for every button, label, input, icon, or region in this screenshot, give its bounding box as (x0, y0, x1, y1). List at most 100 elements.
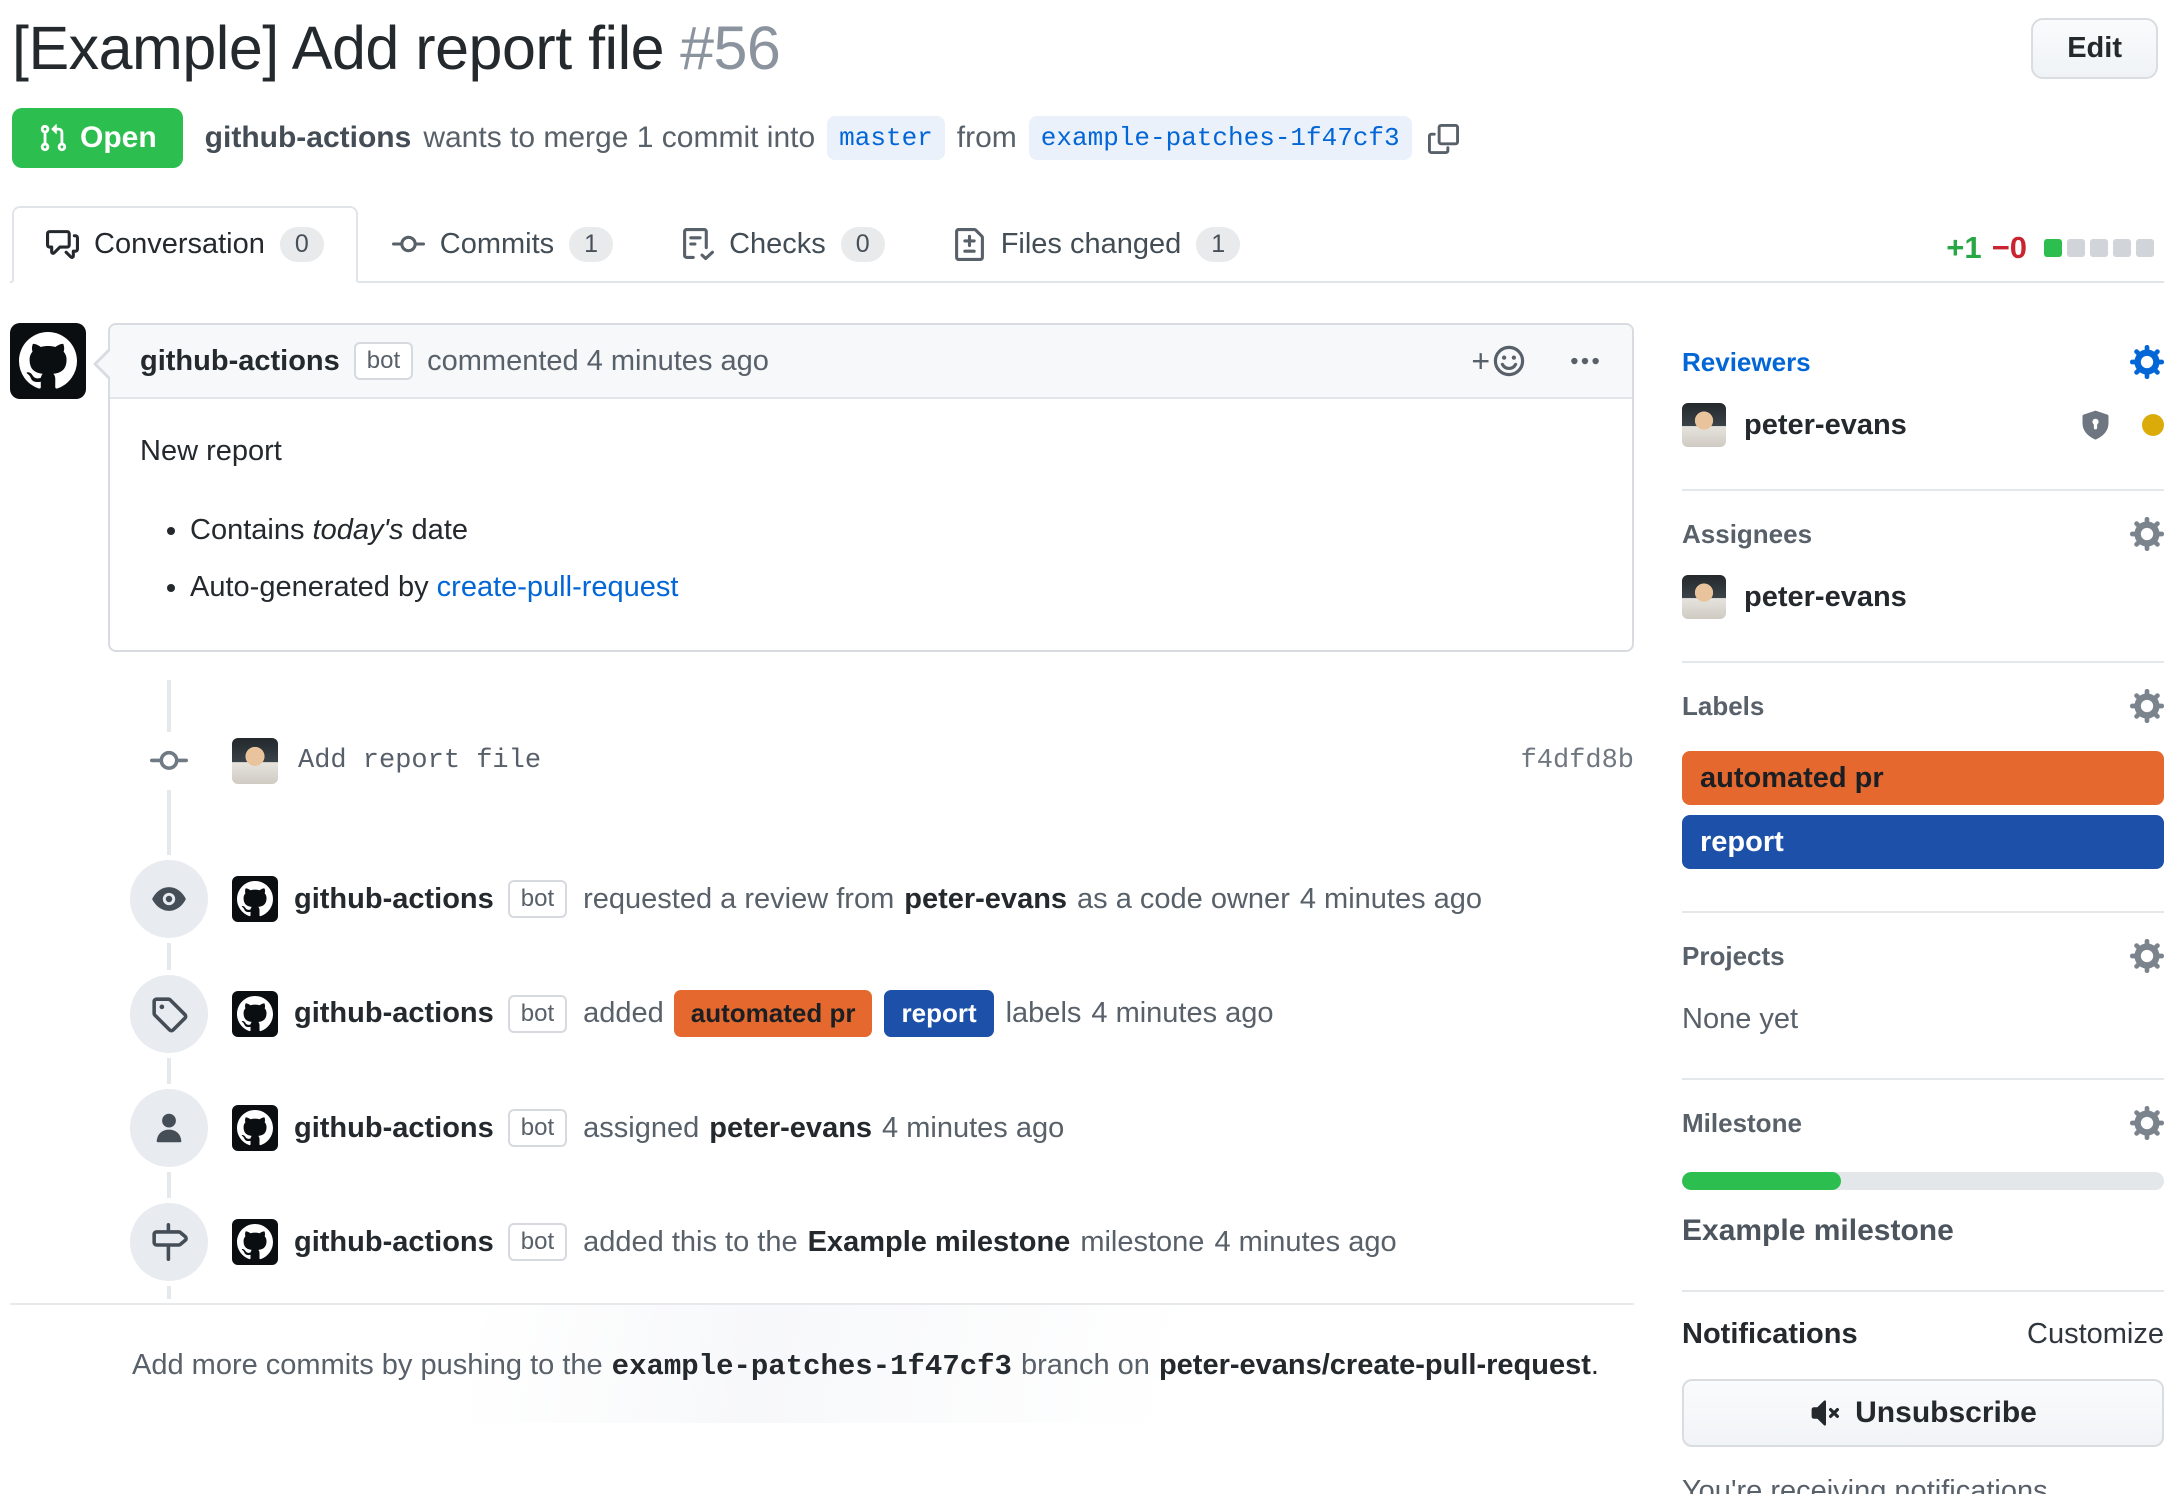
mute-icon (1809, 1397, 1841, 1429)
event-user-link[interactable]: peter-evans (709, 1112, 872, 1145)
event-author[interactable]: github-actions (294, 1226, 494, 1259)
assignees-heading[interactable]: Assignees (1682, 517, 2164, 551)
head-branch-label[interactable]: example-patches-1f47cf3 (1029, 116, 1412, 160)
github-mark-icon (19, 332, 77, 390)
timeline-event-labeled: github-actions bot added automated pr re… (10, 956, 1634, 1071)
github-actions-avatar[interactable] (232, 991, 278, 1037)
event-user-link[interactable]: peter-evans (904, 883, 1067, 916)
git-pull-request-icon (38, 123, 68, 153)
reviewer-name[interactable]: peter-evans (1744, 409, 1907, 442)
copy-branch-button[interactable] (1428, 123, 1459, 154)
event-timestamp[interactable]: 4 minutes ago (1091, 997, 1273, 1030)
comment-body: New report Contains today's date Auto-ge… (110, 399, 1632, 650)
timeline-event-milestoned: github-actions bot added this to the Exa… (10, 1185, 1634, 1299)
commit-sha[interactable]: f4dfd8b (1521, 746, 1634, 776)
event-text: labels (1006, 997, 1082, 1030)
gear-icon[interactable] (2130, 689, 2164, 723)
push-hint-repo: peter-evans/create-pull-request (1159, 1349, 1591, 1382)
bot-badge: bot (508, 1223, 567, 1261)
pr-meta: Open github-actions wants to merge 1 com… (12, 108, 2164, 168)
avatar[interactable] (1682, 403, 1726, 447)
list-item: Contains today's date (190, 514, 1602, 547)
list-item: Auto-generated by create-pull-request (190, 571, 1602, 604)
bullet-text: Contains (190, 514, 313, 546)
tab-label: Commits (440, 228, 554, 261)
unsubscribe-button[interactable]: Unsubscribe (1682, 1379, 2164, 1447)
avatar[interactable] (1682, 575, 1726, 619)
tab-conversation[interactable]: Conversation0 (12, 206, 358, 283)
event-author[interactable]: github-actions (294, 883, 494, 916)
section-title: Projects (1682, 941, 1785, 972)
comment-intro: New report (140, 435, 1602, 468)
section-title: Notifications (1682, 1318, 1858, 1351)
event-text: assigned (583, 1112, 699, 1145)
github-actions-avatar[interactable] (232, 1105, 278, 1151)
label-automated-pr[interactable]: automated pr (1682, 751, 2164, 805)
diff-block-gray (2090, 239, 2108, 257)
label-automated-pr[interactable]: automated pr (674, 990, 873, 1037)
comment-options-button[interactable] (1568, 344, 1602, 378)
sidebar-projects: Projects None yet (1682, 913, 2164, 1080)
commit-item: Add report file f4dfd8b (10, 680, 1634, 842)
bot-badge: bot (508, 880, 567, 918)
assignee-row: peter-evans (1682, 575, 2164, 619)
commit-author-avatar[interactable] (232, 738, 278, 784)
checklist-icon (681, 228, 714, 261)
milestone-link[interactable]: Example milestone (808, 1226, 1071, 1259)
additions-count: +1 (1946, 230, 1981, 266)
milestone-heading[interactable]: Milestone (1682, 1106, 2164, 1140)
tab-count: 1 (569, 227, 613, 262)
status-badge: Open (12, 108, 183, 168)
sidebar-labels: Labels automated pr report (1682, 663, 2164, 913)
gear-icon[interactable] (2130, 345, 2164, 379)
labels-heading[interactable]: Labels (1682, 689, 2164, 723)
pull-request-page: [Example] Add report file#56 Edit Open g… (0, 0, 2172, 1494)
comment-timestamp[interactable]: commented 4 minutes ago (427, 345, 769, 378)
sidebar-assignees: Assignees peter-evans (1682, 491, 2164, 663)
comment-list: Contains today's date Auto-generated by … (140, 514, 1602, 604)
diff-stat[interactable]: +1 −0 (1946, 230, 2154, 266)
tab-checks[interactable]: Checks0 (647, 206, 919, 283)
customize-link[interactable]: Customize (2027, 1318, 2164, 1351)
github-actions-avatar[interactable] (232, 876, 278, 922)
milestone-name-link[interactable]: Example milestone (1682, 1214, 2164, 1248)
diff-block-gray (2113, 239, 2131, 257)
gear-icon[interactable] (2130, 939, 2164, 973)
event-text: requested a review from (583, 883, 894, 916)
push-hint: Add more commits by pushing to the examp… (10, 1303, 1634, 1423)
edit-button[interactable]: Edit (2031, 18, 2158, 79)
github-actions-avatar[interactable] (232, 1219, 278, 1265)
assignee-name[interactable]: peter-evans (1744, 581, 1907, 614)
create-pull-request-link[interactable]: create-pull-request (437, 571, 679, 603)
comment-author-link[interactable]: github-actions (140, 345, 340, 378)
label-report[interactable]: report (884, 990, 993, 1037)
tab-commits[interactable]: Commits 1 (358, 206, 647, 283)
github-actions-avatar[interactable] (10, 323, 86, 399)
gear-icon[interactable] (2130, 1106, 2164, 1140)
add-reaction-button[interactable]: + (1471, 343, 1526, 380)
event-author[interactable]: github-actions (294, 997, 494, 1030)
tag-icon (130, 975, 208, 1053)
reviewer-status (2079, 409, 2164, 442)
reviewer-row: peter-evans (1682, 403, 2164, 447)
commit-message[interactable]: Add report file (298, 746, 541, 776)
label-report[interactable]: report (1682, 815, 2164, 869)
event-author[interactable]: github-actions (294, 1112, 494, 1145)
comment-box: github-actions bot commented 4 minutes a… (108, 323, 1634, 652)
event-timestamp[interactable]: 4 minutes ago (882, 1112, 1064, 1145)
page-title: [Example] Add report file#56 (12, 14, 2164, 82)
pr-author-link[interactable]: github-actions (205, 121, 412, 155)
event-timestamp[interactable]: 4 minutes ago (1214, 1226, 1396, 1259)
base-branch-label[interactable]: master (827, 116, 945, 160)
gear-icon[interactable] (2130, 517, 2164, 551)
tab-files-changed[interactable]: Files changed1 (919, 206, 1274, 283)
timeline-event-review-requested: github-actions bot requested a review fr… (10, 842, 1634, 956)
bullet-text: date (404, 514, 469, 546)
reviewers-heading[interactable]: Reviewers (1682, 345, 2164, 379)
smiley-icon (1492, 344, 1526, 378)
eye-icon (130, 860, 208, 938)
event-text: added this to the (583, 1226, 797, 1259)
diff-block-green (2044, 239, 2062, 257)
projects-heading[interactable]: Projects (1682, 939, 2164, 973)
event-timestamp[interactable]: 4 minutes ago (1300, 883, 1482, 916)
